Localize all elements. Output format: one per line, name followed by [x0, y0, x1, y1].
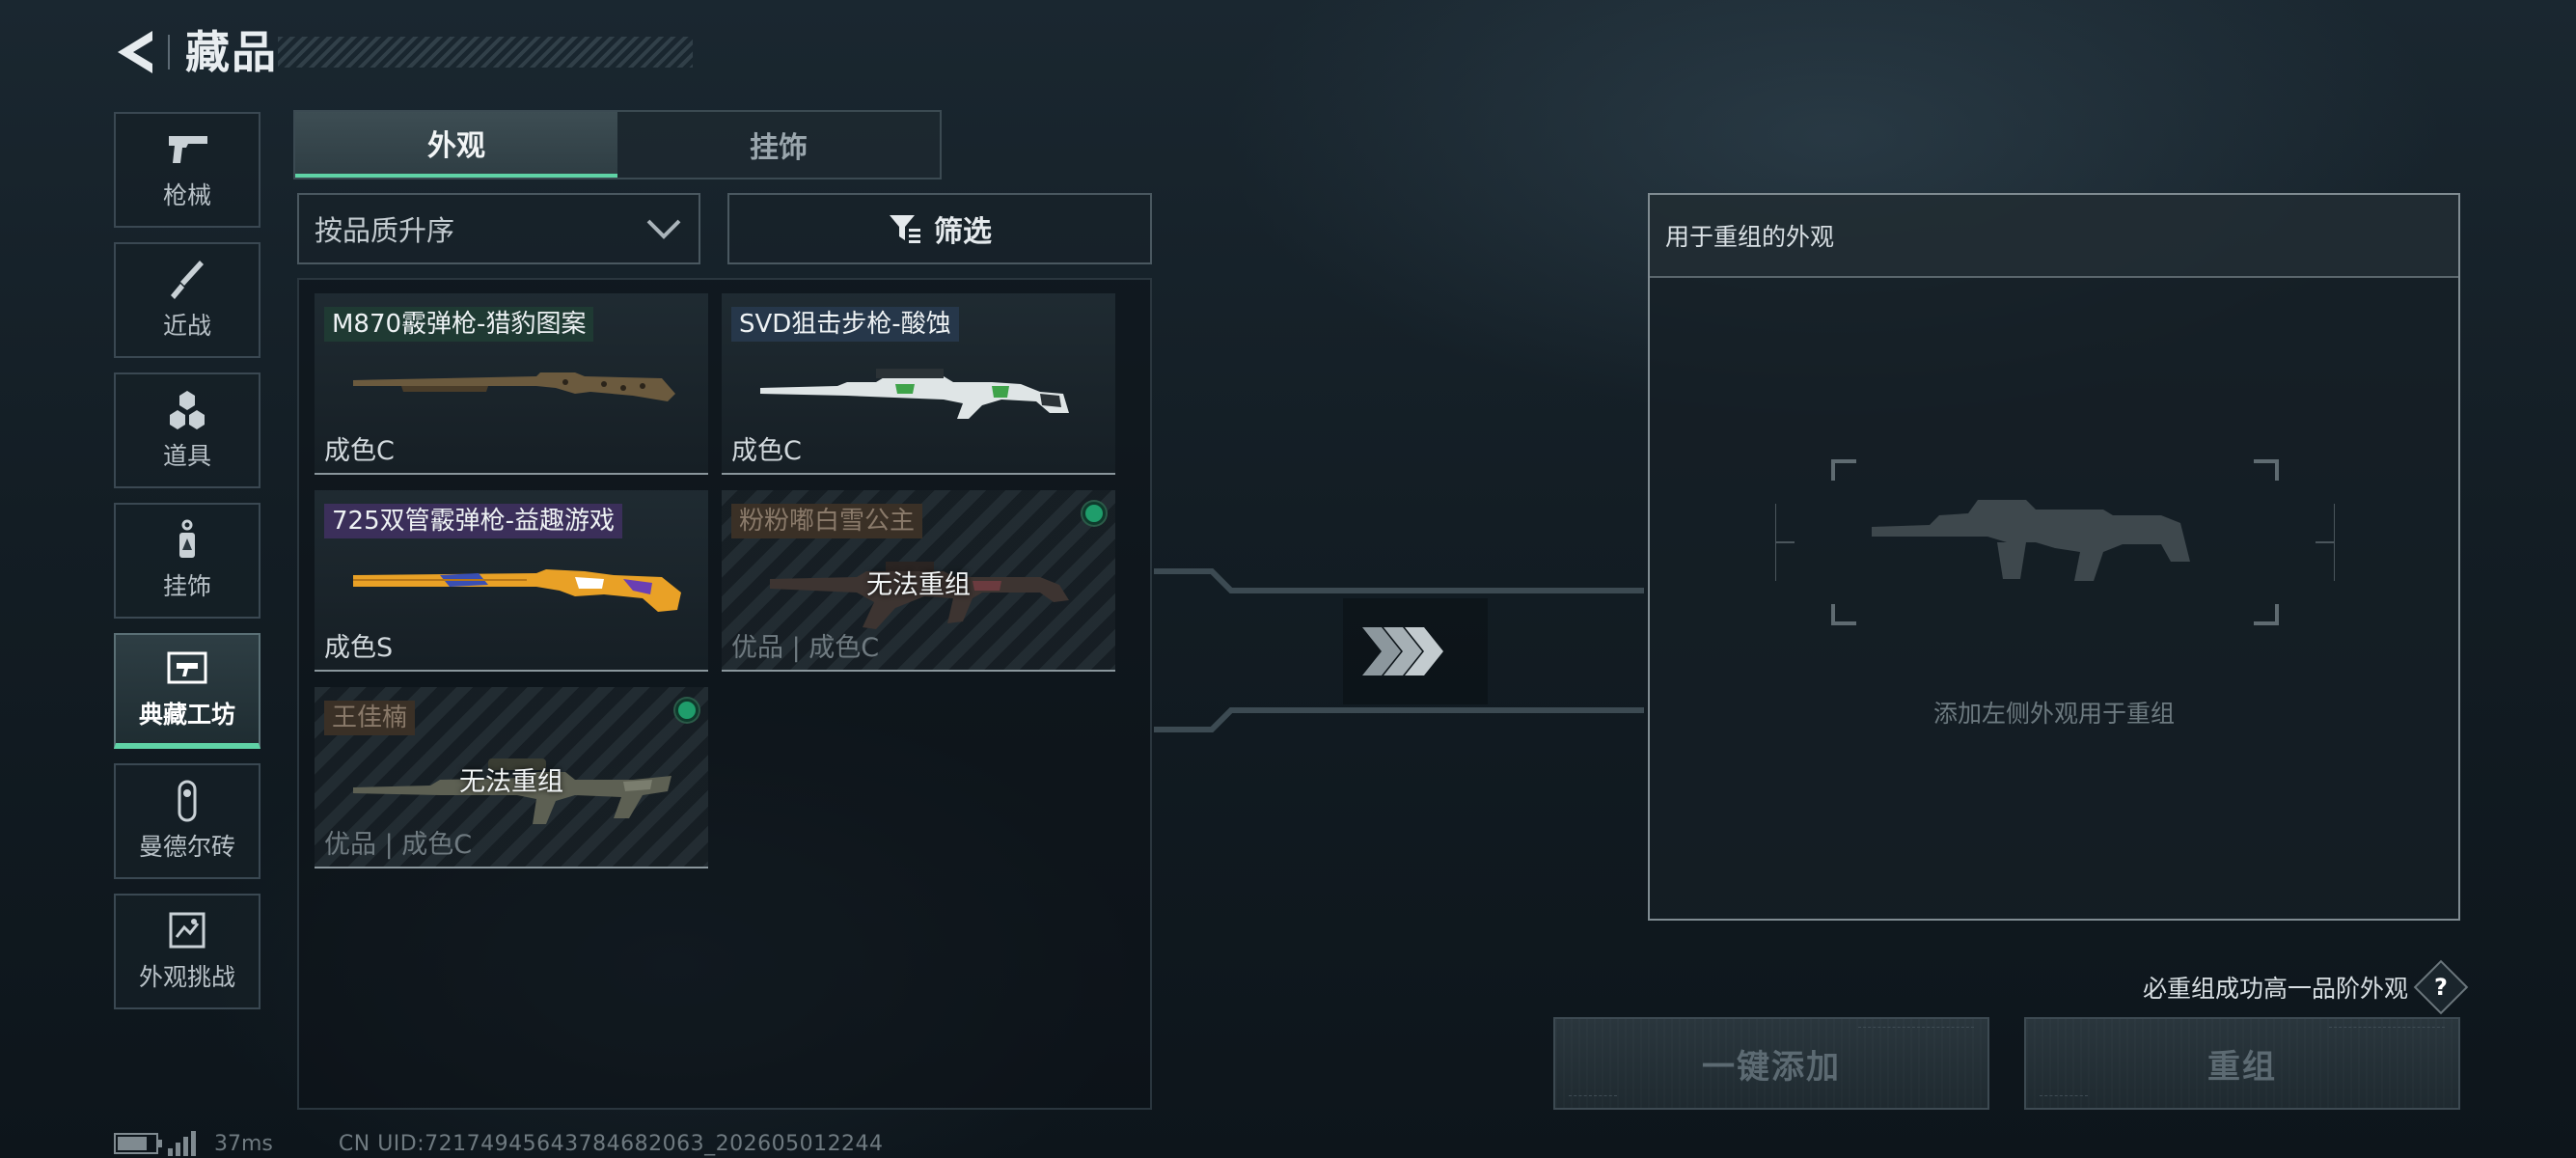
- battery-fill: [118, 1137, 147, 1150]
- pistol-icon: [169, 136, 207, 163]
- sidebar-item-label: 枪械: [162, 181, 211, 209]
- sidebar-item-melee[interactable]: 近战: [114, 242, 260, 358]
- guarantee-note: 必重组成功高一品阶外观 ?: [2113, 959, 2469, 1015]
- page-title: 藏品: [185, 26, 278, 78]
- tab-charms[interactable]: 挂饰: [617, 112, 940, 178]
- signal-icon: [168, 1131, 196, 1156]
- sidebar-item-guns[interactable]: 枪械: [114, 112, 260, 228]
- recombination-panel-title: 用于重组的外观: [1665, 223, 1835, 251]
- button-decoration: [1858, 1027, 1974, 1036]
- mandel-brick-icon: [178, 780, 197, 822]
- battery-icon: [114, 1133, 162, 1154]
- workshop-icon: [167, 651, 207, 684]
- question-icon: ?: [2434, 973, 2448, 1001]
- category-tabs: 外观 挂饰: [293, 110, 942, 179]
- sniper-rifle-image: [760, 369, 1069, 419]
- guarantee-text: 必重组成功高一品阶外观: [2142, 975, 2408, 1003]
- sidebar-item-label: 道具: [162, 442, 211, 470]
- button-decoration: [1569, 1089, 1617, 1096]
- sidebar-item-charms[interactable]: 挂饰: [114, 503, 260, 619]
- recombine-label: 重组: [2207, 1047, 2277, 1087]
- sidebar-item-label: 近战: [162, 312, 211, 340]
- user-uid: CN UID:72174945643784682063_202605012244: [338, 1131, 884, 1156]
- skin-grade: 成色C: [731, 436, 802, 466]
- sort-label: 按品质升序: [315, 214, 455, 247]
- skin-grade: 优品 | 成色C: [731, 633, 880, 663]
- cannot-recombine-label: 无法重组: [459, 767, 563, 797]
- sidebar-item-items[interactable]: 道具: [114, 372, 260, 488]
- skin-name: 725双管霰弹枪-益趣游戏: [324, 504, 623, 538]
- skin-grade: 成色C: [324, 436, 395, 466]
- skin-card-locked[interactable]: 王佳楠 无法重组 优品 | 成色C: [315, 687, 708, 868]
- skin-grade: 优品 | 成色C: [324, 830, 473, 860]
- recombination-panel-header: 用于重组的外观: [1650, 195, 2458, 278]
- button-decoration: [2040, 1089, 2088, 1096]
- challenge-icon: [169, 912, 206, 949]
- tab-appearance[interactable]: 外观: [295, 112, 617, 178]
- empty-slot-placeholder-icon[interactable]: [1775, 455, 2335, 629]
- skin-card[interactable]: 725双管霰弹枪-益趣游戏 成色S: [315, 490, 708, 672]
- recombination-panel: 用于重组的外观 添加左侧外观用于重组: [1648, 193, 2460, 921]
- skin-grid: M870霰弹枪-猎豹图案 成色C SVD狙击步枪-酸蚀 成色C 725双管霰弹枪…: [297, 278, 1152, 1110]
- help-button[interactable]: ?: [2413, 959, 2469, 1015]
- filter-button[interactable]: 筛选: [727, 193, 1152, 264]
- skin-card[interactable]: M870霰弹枪-猎豹图案 成色C: [315, 293, 708, 475]
- skin-card[interactable]: SVD狙击步枪-酸蚀 成色C: [722, 293, 1115, 475]
- skin-name: SVD狙击步枪-酸蚀: [731, 307, 959, 342]
- sidebar-item-label: 典藏工坊: [138, 701, 235, 729]
- sidebar-item-label: 曼德尔砖: [138, 833, 235, 861]
- recombination-hint: 添加左侧外观用于重组: [1932, 700, 2175, 728]
- sidebar-item-label: 外观挑战: [138, 963, 235, 991]
- sidebar-item-appearance-challenge[interactable]: 外观挑战: [114, 894, 260, 1009]
- sidebar-item-mandel-brick[interactable]: 曼德尔砖: [114, 763, 260, 879]
- header: 藏品: [114, 25, 693, 81]
- shotgun-image: [353, 372, 675, 401]
- recombine-button[interactable]: 重组: [2024, 1017, 2460, 1110]
- chevron-down-icon: [646, 219, 681, 239]
- title-decoration: [278, 37, 693, 68]
- sidebar-item-workshop[interactable]: 典藏工坊: [114, 633, 260, 749]
- skin-card-locked[interactable]: 粉粉嘟白雪公主 无法重组 优品 | 成色C: [722, 490, 1115, 672]
- button-decoration: [2329, 1027, 2445, 1036]
- grenade-icon: [170, 391, 205, 429]
- filter-label: 筛选: [934, 215, 992, 249]
- ping-value: 37ms: [214, 1131, 273, 1156]
- status-bar: 37ms CN UID:72174945643784682063_2026050…: [114, 1129, 884, 1158]
- back-button[interactable]: [114, 25, 156, 79]
- filter-icon: [890, 215, 920, 243]
- status-dot: [675, 699, 699, 722]
- cannot-recombine-label: 无法重组: [866, 570, 971, 600]
- skin-name: 王佳楠: [324, 701, 416, 735]
- skin-name: 粉粉嘟白雪公主: [731, 504, 923, 538]
- add-all-label: 一键添加: [1702, 1047, 1841, 1087]
- header-divider: [168, 35, 170, 69]
- skin-name: M870霰弹枪-猎豹图案: [324, 307, 594, 342]
- back-arrow-icon: [118, 31, 152, 73]
- knife-icon: [171, 261, 204, 299]
- double-barrel-shotgun-image: [353, 569, 681, 612]
- sidebar-item-label: 挂饰: [162, 572, 211, 600]
- sort-dropdown[interactable]: 按品质升序: [297, 193, 700, 264]
- status-dot: [1082, 502, 1106, 525]
- skin-grade: 成色S: [324, 633, 394, 663]
- add-all-button[interactable]: 一键添加: [1553, 1017, 1989, 1110]
- charm-icon: [179, 519, 195, 558]
- flow-connector: [1154, 568, 1644, 732]
